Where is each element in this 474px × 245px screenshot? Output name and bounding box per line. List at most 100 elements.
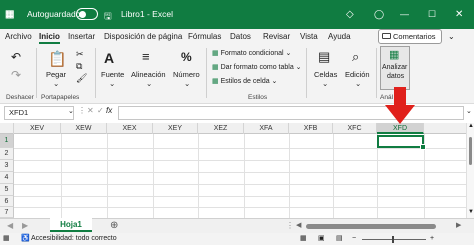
number-dropdown-icon: ⌄ [184, 79, 191, 88]
cut-icon[interactable]: ✂ [76, 49, 84, 60]
paste-dropdown-icon[interactable]: ⌄ [53, 79, 59, 88]
tab-revisar[interactable]: Revisar [263, 32, 290, 41]
tab-vista[interactable]: Vista [300, 32, 318, 41]
redo-icon[interactable]: ↷ [11, 68, 21, 82]
column-header-xey[interactable]: XEY [153, 123, 198, 134]
row-header-7[interactable]: 7 [0, 207, 14, 218]
copy-icon[interactable]: ⧉ [76, 61, 82, 72]
cells-group[interactable]: ▤ Celdas ⌄ [308, 44, 342, 104]
format-painter-icon[interactable]: 🖌 [76, 73, 87, 84]
prev-sheet-icon[interactable]: ◀ [7, 221, 13, 230]
row-header-5[interactable]: 5 [0, 184, 14, 196]
cell-styles-icon: ▦ [212, 78, 219, 85]
add-sheet-icon[interactable]: ⊕ [110, 220, 118, 231]
page-break-view-icon[interactable]: ▤ [336, 233, 343, 245]
select-all-corner[interactable] [0, 123, 14, 134]
selected-cell-xfd1[interactable] [377, 135, 426, 150]
account-icon[interactable]: ◯ [374, 9, 384, 20]
accessibility-icon[interactable]: ♿ [21, 233, 30, 245]
close-icon[interactable]: ✕ [455, 9, 463, 20]
ribbon-collapse-icon[interactable]: ⌄ [448, 32, 455, 41]
normal-view-icon[interactable]: ▦ [300, 233, 307, 245]
sheet-tab-hoja1[interactable]: Hoja1 [50, 218, 92, 232]
tab-inicio[interactable]: Inicio [39, 32, 60, 44]
tab-ayuda[interactable]: Ayuda [328, 32, 351, 41]
cancel-icon[interactable]: ✕ [87, 106, 94, 115]
diamond-icon[interactable]: ◇ [346, 9, 354, 20]
row-header-3[interactable]: 3 [0, 160, 14, 172]
tab-archivo[interactable]: Archivo [5, 32, 32, 41]
fx-icon[interactable]: fx [106, 106, 112, 115]
row-header-6[interactable]: 6 [0, 196, 14, 207]
number-group[interactable]: % Número ⌄ [170, 44, 206, 104]
format-as-table-button[interactable]: ▦ Dar formato como tabla ⌄ [212, 63, 302, 71]
next-sheet-icon[interactable]: ▶ [22, 221, 28, 230]
tab-insertar[interactable]: Insertar [68, 32, 95, 41]
undo-group: ↶ ↷ Deshacer [0, 44, 34, 104]
paste-button[interactable]: Pegar [46, 70, 66, 79]
font-icon: A [104, 50, 115, 66]
styles-group-label: Estilos [248, 94, 268, 101]
number-label: Número [173, 70, 200, 79]
font-dropdown-icon: ⌄ [109, 79, 116, 88]
tab-datos[interactable]: Datos [230, 32, 251, 41]
accessibility-status[interactable]: Accesibilidad: todo correcto [31, 233, 117, 245]
column-header-xex[interactable]: XEX [107, 123, 153, 134]
tab-formulas[interactable]: Fórmulas [188, 32, 221, 41]
page-layout-view-icon[interactable]: ▣ [318, 233, 325, 245]
comment-icon [382, 33, 391, 39]
scroll-up-icon[interactable]: ▲ [468, 123, 474, 129]
zoom-slider-thumb[interactable] [392, 236, 394, 243]
tab-disposicion[interactable]: Disposición de página [104, 32, 182, 41]
editing-dropdown-icon: ⌄ [355, 79, 362, 88]
comments-button[interactable]: Comentarios [378, 29, 442, 44]
font-group[interactable]: A Fuente ⌄ [96, 44, 128, 104]
column-header-xev[interactable]: XEV [14, 123, 61, 134]
row-header-4[interactable]: 4 [0, 172, 14, 184]
styles-group: ▦ Formato condicional ⌄ ▦ Dar formato co… [208, 44, 306, 104]
vertical-scrollbar[interactable]: ▲ ▼ [466, 123, 474, 218]
ready-mode-icon: ▦ [3, 235, 10, 242]
scrollbar-thumb[interactable] [469, 137, 472, 165]
editing-group[interactable]: ⌕ Edición ⌄ [342, 44, 376, 104]
table-icon: ▦ [212, 64, 219, 71]
column-header-xez[interactable]: XEZ [198, 123, 244, 134]
autosave-toggle[interactable] [76, 8, 98, 20]
analyze-data-button[interactable]: ▦ Analizar datos [380, 46, 410, 90]
zoom-out-icon[interactable]: − [352, 233, 356, 245]
save-icon[interactable]: 🖫 [104, 9, 112, 25]
column-header-xfc[interactable]: XFC [333, 123, 377, 134]
row-header-1[interactable]: 1 [0, 134, 14, 148]
analyze-data-icon: ▦ [389, 49, 400, 61]
scroll-right-icon[interactable]: ▶ [456, 221, 461, 229]
font-label: Fuente [101, 70, 125, 79]
sheet-bar-handle-icon: ⋮ [286, 221, 294, 230]
editing-label: Edición [345, 70, 370, 79]
formula-expand-icon[interactable]: ⌄ [466, 107, 472, 115]
alignment-group[interactable]: ≡ Alineación ⌄ [128, 44, 170, 104]
row-header-2[interactable]: 2 [0, 148, 14, 160]
cells-dropdown-icon: ⌄ [322, 79, 329, 88]
maximize-icon[interactable]: ☐ [428, 9, 436, 20]
confirm-icon[interactable]: ✓ [97, 106, 104, 115]
title-bar: ▦ Autoguardado 🖫 Libro1 - Excel ◇ ◯ — ☐ … [0, 0, 474, 29]
alignment-dropdown-icon: ⌄ [146, 79, 153, 88]
zoom-in-icon[interactable]: + [430, 233, 434, 245]
autosave-label: Autoguardado [27, 9, 81, 19]
zoom-slider[interactable] [362, 239, 426, 240]
cell-styles-button[interactable]: ▦ Estilos de celda ⌄ [212, 77, 277, 85]
red-down-arrow [385, 87, 415, 124]
horizontal-scrollbar-thumb[interactable] [306, 224, 436, 229]
scroll-left-icon[interactable]: ◀ [296, 221, 301, 229]
namebox-dropdown-icon[interactable]: ⌄ [68, 107, 74, 115]
column-header-xew[interactable]: XEW [61, 123, 107, 134]
search-icon: ⌕ [352, 49, 360, 64]
paste-icon[interactable]: 📋 [48, 50, 67, 68]
scroll-down-icon[interactable]: ▼ [468, 209, 474, 215]
undo-icon[interactable]: ↶ [11, 50, 21, 64]
name-box[interactable]: XFD1 [4, 106, 74, 120]
conditional-format-button[interactable]: ▦ Formato condicional ⌄ [212, 49, 291, 57]
column-header-xfb[interactable]: XFB [289, 123, 333, 134]
minimize-icon[interactable]: — [400, 9, 409, 19]
column-header-xfa[interactable]: XFA [244, 123, 289, 134]
